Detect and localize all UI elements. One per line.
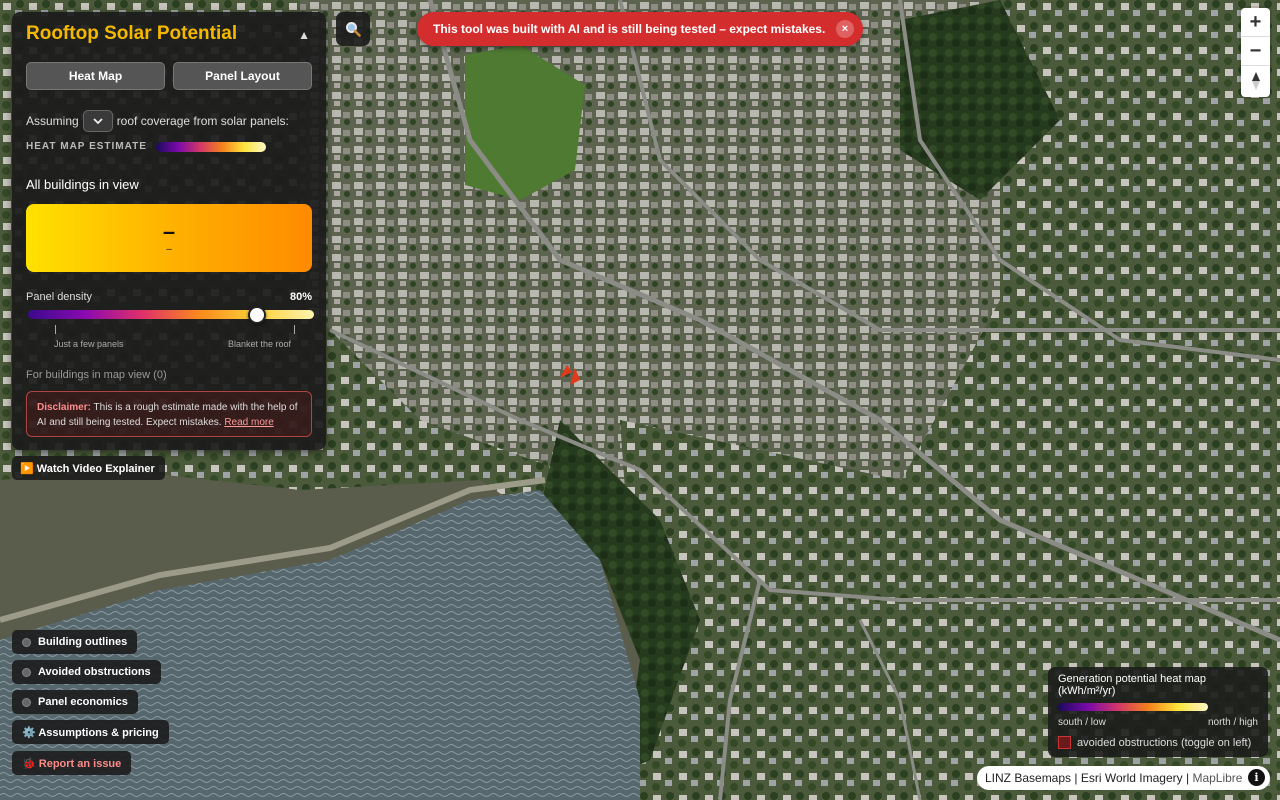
chevron-down-icon [93,117,103,124]
search-icon [346,22,361,37]
legend-obstruction-label: avoided obstructions (toggle on left) [1077,736,1252,749]
legend-high-label: north / high [1207,717,1258,728]
watch-video-button[interactable]: ▶️ Watch Video Explainer [12,456,165,480]
compass-reset-button[interactable] [1241,66,1270,95]
map-attribution: LINZ Basemaps | Esri World Imagery | Map… [977,766,1270,790]
attribution-maplibre[interactable]: MapLibre [1192,771,1242,785]
density-slider-track[interactable] [28,310,314,319]
density-slider-thumb[interactable] [247,306,266,324]
zoom-controls: + − [1241,8,1270,97]
tab-heat-map[interactable]: Heat Map [26,62,165,90]
close-icon[interactable]: × [836,20,854,38]
attribution-esri[interactable]: Esri World Imagery [1081,771,1183,785]
tab-panel-layout[interactable]: Panel Layout [173,62,312,90]
coverage-row: Assuming roof coverage from solar panels… [26,110,289,132]
zoom-out-button[interactable]: − [1241,37,1270,66]
toggle-dot-icon [22,637,31,647]
legend-scale-labels: south / low north / high [1058,717,1258,728]
compass-icon [1251,71,1260,90]
all-buildings-heading: All buildings in view [26,177,139,192]
legend-low-label: south / low [1058,717,1106,728]
panel-title: Rooftop Solar Potential [26,23,238,44]
solar-control-panel: Rooftop Solar Potential ▲ Heat Map Panel… [12,12,326,450]
search-button[interactable] [336,12,370,46]
read-more-link[interactable]: Read more [224,417,273,428]
toggle-label: Panel economics [38,696,128,708]
buildings-in-view-count: For buildings in map view (0) [26,369,167,381]
banner-text: This tool was built with AI and is still… [433,22,826,36]
density-high-label: Blanket the roof [228,339,292,349]
summary-box: – – [26,204,312,272]
toggle-panel-economics[interactable]: Panel economics [12,690,138,714]
density-tick-high [294,325,295,334]
obstruction-swatch [1058,736,1071,749]
heat-estimate-row: HEAT MAP ESTIMATE [26,141,266,152]
density-label: Panel density [26,291,93,303]
warning-banner: This tool was built with AI and is still… [417,12,863,46]
toggle-building-outlines[interactable]: Building outlines [12,630,138,654]
toggle-avoided-obstructions[interactable]: Avoided obstructions [12,660,161,684]
zoom-in-button[interactable]: + [1241,8,1270,37]
disclaimer-box: Disclaimer: This is a rough estimate mad… [26,391,312,437]
disclaimer-label: Disclaimer: [37,402,91,413]
assuming-prefix: Assuming [26,114,79,128]
toggle-label: Building outlines [38,636,128,648]
legend-gradient-bar [1058,703,1208,711]
heat-estimate-label: HEAT MAP ESTIMATE [26,141,147,152]
toggle-dot-icon [22,697,31,707]
attribution-separator: | [1071,771,1081,785]
attribution-separator: | [1182,771,1193,785]
heatmap-legend: Generation potential heat map (kWh/m²/yr… [1048,667,1268,757]
summary-subvalue: – [166,244,172,255]
report-issue-button[interactable]: 🐞 Report an issue [12,751,132,775]
collapse-arrow-icon[interactable]: ▲ [298,28,310,42]
density-low-label: Just a few panels [54,339,124,349]
legend-obstruction-row: avoided obstructions (toggle on left) [1058,736,1258,749]
density-tick-low [55,325,56,334]
density-value: 80% [289,291,312,303]
legend-title: Generation potential heat map (kWh/m²/yr… [1058,673,1206,697]
summary-value: – [162,219,176,244]
coverage-select[interactable] [82,110,113,132]
toggle-label: Avoided obstructions [38,666,151,678]
heat-gradient-bar [155,141,266,152]
assuming-suffix: roof coverage from solar panels: [116,114,289,128]
assumptions-pricing-button[interactable]: ⚙️ Assumptions & pricing [12,720,169,744]
toggle-dot-icon [22,667,31,677]
info-icon[interactable]: i [1248,769,1265,786]
attribution-linz[interactable]: LINZ Basemaps [985,771,1071,785]
